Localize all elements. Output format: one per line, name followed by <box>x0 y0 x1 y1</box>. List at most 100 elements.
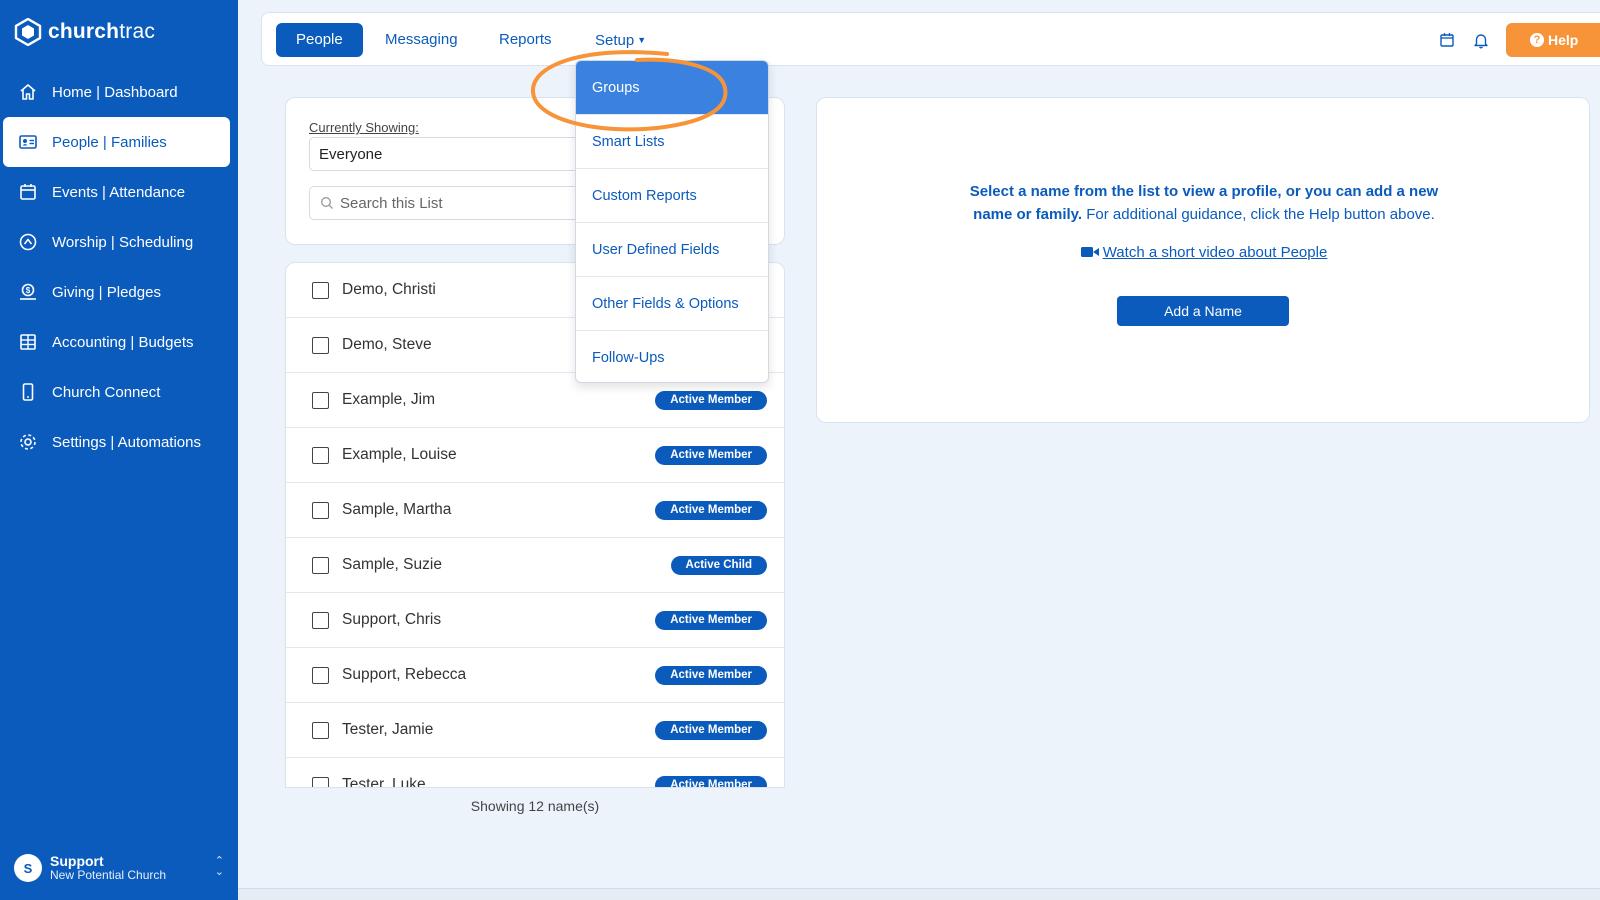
status-badge: Active Member <box>655 665 767 685</box>
row-checkbox[interactable] <box>312 336 329 354</box>
sidebar-item-worship[interactable]: Worship | Scheduling <box>3 217 230 267</box>
person-name[interactable]: Tester, Jamie <box>342 721 433 739</box>
row-checkbox[interactable] <box>312 611 329 629</box>
person-name[interactable]: Example, Louise <box>342 446 457 464</box>
menu-item-groups[interactable]: Groups <box>576 61 768 115</box>
row-checkbox[interactable] <box>312 721 329 739</box>
calendar-icon <box>18 182 38 202</box>
list-count: Showing 12 name(s) <box>470 798 600 814</box>
menu-item-user-defined-fields[interactable]: User Defined Fields <box>576 223 768 277</box>
list-item[interactable]: Tester, Luke Active Member <box>286 758 784 787</box>
list-item[interactable]: Support, Rebecca Active Member <box>286 648 784 703</box>
tab-people[interactable]: People <box>276 23 363 57</box>
sidebar-item-label: Home | Dashboard <box>52 83 178 101</box>
list-item[interactable]: Sample, Martha Active Member <box>286 483 784 538</box>
status-badge: Active Member <box>655 775 767 787</box>
menu-item-smart-lists[interactable]: Smart Lists <box>576 115 768 169</box>
add-name-button[interactable]: Add a Name <box>1117 296 1289 326</box>
help-button[interactable]: ? Help <box>1506 23 1600 57</box>
phone-icon <box>18 382 38 402</box>
sidebar-item-label: Accounting | Budgets <box>52 333 194 351</box>
status-badge: Active Member <box>655 445 767 465</box>
video-link[interactable]: Watch a short video about People <box>817 244 1591 261</box>
caret-down-icon: ▼ <box>637 35 647 45</box>
sidebar-item-label: Settings | Automations <box>52 433 201 451</box>
sidebar-item-people[interactable]: People | Families <box>3 117 230 167</box>
setup-dropdown-menu: Groups Smart Lists Custom Reports User D… <box>575 60 769 383</box>
list-item[interactable]: Tester, Jamie Active Member <box>286 703 784 758</box>
person-name[interactable]: Support, Rebecca <box>342 666 466 684</box>
tab-messaging[interactable]: Messaging <box>385 23 458 57</box>
list-item[interactable]: Sample, Suzie Active Child <box>286 538 784 593</box>
status-badge: Active Member <box>655 500 767 520</box>
question-icon: ? <box>1530 33 1544 47</box>
video-camera-icon <box>1080 247 1099 257</box>
tab-setup-label: Setup <box>595 32 635 49</box>
row-checkbox[interactable] <box>312 776 329 787</box>
row-checkbox[interactable] <box>312 446 329 464</box>
avatar: S <box>14 854 42 882</box>
gear-icon <box>18 432 38 452</box>
chevron-up-down-icon: ⌃ ⌄ <box>214 855 224 878</box>
sidebar-item-church-connect[interactable]: Church Connect <box>3 367 230 417</box>
top-navbar: People Messaging Reports Setup ▼ ? Help <box>261 12 1600 66</box>
list-item[interactable]: Support, Chris Active Member <box>286 593 784 648</box>
id-card-icon <box>18 132 38 152</box>
status-badge: Active Member <box>655 610 767 630</box>
instructions-text: Select a name from the list to view a pr… <box>817 180 1591 226</box>
sidebar-item-label: Events | Attendance <box>52 183 186 201</box>
instructions-normal: For additional guidance, click the Help … <box>1082 206 1435 223</box>
tab-reports[interactable]: Reports <box>499 23 552 57</box>
logo-text: churchtrac <box>48 20 156 43</box>
bottom-scroll-strip <box>238 888 1600 900</box>
status-badge: Active Child <box>670 555 767 575</box>
calendar-icon[interactable] <box>1438 31 1456 49</box>
currently-showing-label: Currently Showing: <box>309 120 419 135</box>
sidebar-item-label: Worship | Scheduling <box>52 233 194 251</box>
search-icon <box>321 197 333 209</box>
bell-icon[interactable] <box>1472 31 1490 49</box>
person-name[interactable]: Support, Chris <box>342 611 441 629</box>
home-icon <box>18 82 38 102</box>
sidebar-item-label: Giving | Pledges <box>52 283 161 301</box>
menu-item-other-fields-options[interactable]: Other Fields & Options <box>576 277 768 331</box>
row-checkbox[interactable] <box>312 281 329 299</box>
giving-icon: $ <box>18 282 38 302</box>
video-link-label: Watch a short video about People <box>1102 244 1328 261</box>
row-checkbox[interactable] <box>312 501 329 519</box>
row-checkbox[interactable] <box>312 391 329 409</box>
worship-icon <box>18 232 38 252</box>
logo-icon <box>14 18 42 46</box>
sidebar-item-accounting[interactable]: Accounting | Budgets <box>3 317 230 367</box>
user-org: New Potential Church <box>50 868 167 883</box>
sidebar-item-home[interactable]: Home | Dashboard <box>3 67 230 117</box>
help-label: Help <box>1548 32 1579 48</box>
status-badge: Active Member <box>655 720 767 740</box>
person-name[interactable]: Sample, Martha <box>342 501 451 519</box>
person-name[interactable]: Demo, Steve <box>342 336 432 354</box>
menu-item-custom-reports[interactable]: Custom Reports <box>576 169 768 223</box>
menu-item-follow-ups[interactable]: Follow-Ups <box>576 331 768 382</box>
row-checkbox[interactable] <box>312 556 329 574</box>
sidebar-item-label: Church Connect <box>52 383 161 401</box>
churchtrac-logo[interactable]: churchtrac <box>14 18 155 46</box>
sidebar-item-events[interactable]: Events | Attendance <box>3 167 230 217</box>
person-name[interactable]: Sample, Suzie <box>342 556 442 574</box>
sidebar-item-settings[interactable]: Settings | Automations <box>3 417 230 467</box>
grid-icon <box>18 332 38 352</box>
person-name[interactable]: Example, Jim <box>342 391 435 409</box>
sidebar: churchtrac Home | Dashboard People | Fam… <box>0 0 238 900</box>
sidebar-item-label: People | Families <box>52 133 167 151</box>
sidebar-nav: Home | Dashboard People | Families Event… <box>0 67 238 467</box>
person-name[interactable]: Tester, Luke <box>342 776 426 787</box>
list-item[interactable]: Example, Louise Active Member <box>286 428 784 483</box>
row-checkbox[interactable] <box>312 666 329 684</box>
profile-placeholder-panel: Select a name from the list to view a pr… <box>816 97 1590 423</box>
status-badge: Active Member <box>655 390 767 410</box>
svg-text:$: $ <box>26 286 31 295</box>
user-menu[interactable]: S Support New Potential Church ⌃ ⌄ <box>14 850 224 886</box>
sidebar-item-giving[interactable]: $ Giving | Pledges <box>3 267 230 317</box>
tab-setup[interactable]: Setup ▼ <box>595 23 646 57</box>
user-name: Support <box>50 853 104 870</box>
person-name[interactable]: Demo, Christi <box>342 281 436 299</box>
